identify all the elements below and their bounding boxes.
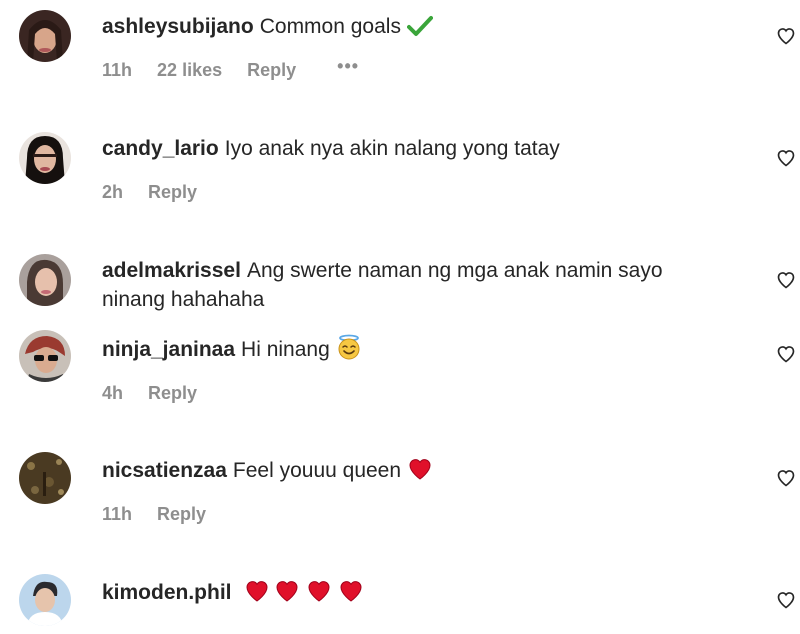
red-heart-icon xyxy=(271,579,303,603)
red-heart-icon xyxy=(407,457,433,481)
comment-body: ashleysubijano Common goals 11h 22 likes … xyxy=(102,12,722,81)
comment-time: 11h xyxy=(102,60,133,80)
like-heart-icon[interactable] xyxy=(776,148,796,168)
comment-text-line: nicsatienzaa Feel youuu queen xyxy=(102,456,722,485)
comment-text: Iyo anak nya akin nalang yong tatay xyxy=(224,137,560,160)
comment-time: 2h xyxy=(102,182,124,202)
comment-text-line: candy_lario Iyo anak nya akin nalang yong… xyxy=(102,134,722,163)
comments-list: ashleysubijano Common goals 11h 22 likes … xyxy=(0,0,800,634)
avatar[interactable] xyxy=(19,10,71,62)
comment-text-line: ninja_janinaa Hi ninang xyxy=(102,334,722,364)
avatar[interactable] xyxy=(19,452,71,504)
comment-body: kimoden.phil xyxy=(102,578,722,607)
comment-text-line: adelmakrissel Ang swerte naman ng mga ana… xyxy=(102,256,722,314)
like-heart-icon[interactable] xyxy=(776,344,796,364)
comment-text: Feel youuu queen xyxy=(232,459,402,482)
reply-button[interactable]: Reply xyxy=(148,182,197,203)
comment-meta: 4h Reply xyxy=(102,383,722,404)
like-heart-icon[interactable] xyxy=(776,26,796,46)
comment-time: 11h xyxy=(102,504,133,524)
reply-button[interactable]: Reply xyxy=(148,383,197,404)
comment-likes[interactable]: 22 likes xyxy=(157,60,222,81)
like-heart-icon[interactable] xyxy=(776,590,796,610)
smiling-face-with-halo-icon xyxy=(336,334,362,360)
red-heart-icon xyxy=(303,579,335,603)
comment-text-line: kimoden.phil xyxy=(102,578,722,607)
comment-username[interactable]: nicsatienzaa xyxy=(102,459,227,482)
more-options-icon[interactable]: ••• xyxy=(337,56,359,77)
avatar[interactable] xyxy=(19,254,71,306)
comment-text: Common goals xyxy=(259,15,401,38)
avatar[interactable] xyxy=(19,574,71,626)
check-mark-icon xyxy=(406,15,433,37)
avatar[interactable] xyxy=(19,330,71,382)
comment-text-line: ashleysubijano Common goals xyxy=(102,12,722,41)
comment-username[interactable]: ashleysubijano xyxy=(102,15,254,38)
reply-button[interactable]: Reply xyxy=(247,60,296,81)
comment-body: adelmakrissel Ang swerte naman ng mga ana… xyxy=(102,256,722,314)
reply-button[interactable]: Reply xyxy=(157,504,206,525)
comment-username[interactable]: candy_lario xyxy=(102,137,219,160)
like-heart-icon[interactable] xyxy=(776,270,796,290)
comment-username[interactable]: adelmakrissel xyxy=(102,259,241,282)
comment-text: Hi ninang xyxy=(241,338,330,361)
comment-username[interactable]: kimoden.phil xyxy=(102,581,232,604)
comment-time: 4h xyxy=(102,383,124,403)
comment-body: ninja_janinaa Hi ninang 4h Reply xyxy=(102,334,722,404)
comment-username[interactable]: ninja_janinaa xyxy=(102,338,235,361)
red-heart-icon xyxy=(335,579,367,603)
red-heart-icon xyxy=(243,579,271,603)
avatar[interactable] xyxy=(19,132,71,184)
comment-body: candy_lario Iyo anak nya akin nalang yong… xyxy=(102,134,722,203)
comment-meta: 11h Reply xyxy=(102,504,722,525)
comment-body: nicsatienzaa Feel youuu queen 11h Reply xyxy=(102,456,722,525)
comment-meta: 11h 22 likes Reply ••• xyxy=(102,56,722,81)
comment-meta: 2h Reply xyxy=(102,182,722,203)
like-heart-icon[interactable] xyxy=(776,468,796,488)
